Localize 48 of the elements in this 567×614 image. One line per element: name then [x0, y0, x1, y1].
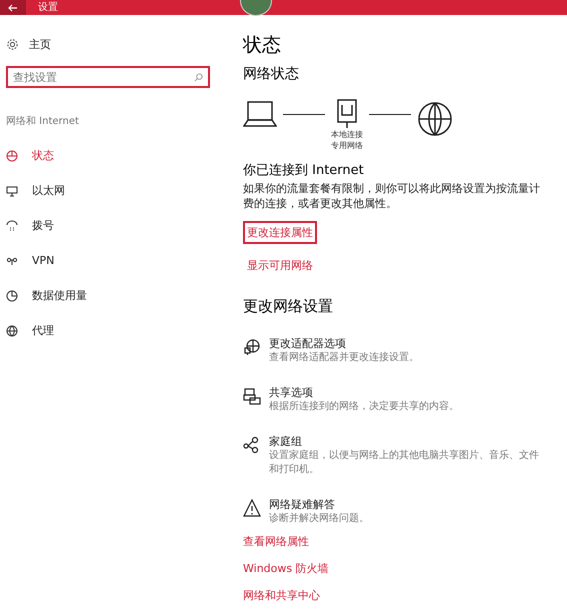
monitor-icon: [6, 184, 18, 196]
phone-icon: [6, 220, 18, 232]
section-heading: 网络和 Internet: [6, 114, 80, 128]
pie-chart-icon: [6, 290, 18, 302]
option-description: 根据所连接到的网络，决定要共享的内容。: [269, 400, 459, 414]
back-arrow-icon: [8, 4, 18, 12]
link[interactable]: 更改连接属性: [243, 221, 317, 244]
nav-item[interactable]: 以太网: [6, 183, 230, 198]
network-adapter-icon: [336, 99, 358, 129]
link[interactable]: 显示可用网络: [243, 254, 317, 277]
connection-label: 专用网络: [331, 140, 363, 151]
section-heading: 更改网络设置: [243, 297, 333, 316]
option-title[interactable]: 更改适配器选项: [269, 336, 346, 351]
connector-line: [369, 114, 411, 115]
connection-status: 你已连接到 Internet: [243, 162, 364, 179]
nodes-icon: [243, 436, 261, 454]
window-title: 设置: [38, 0, 58, 15]
nav-item[interactable]: 代理: [6, 323, 230, 338]
warning-icon: [243, 499, 261, 517]
globe-icon: [6, 324, 18, 336]
connection-label: 本地连接: [331, 129, 363, 140]
nav-item[interactable]: 数据使用量: [6, 288, 230, 303]
laptop-icon: [243, 101, 277, 127]
home-nav-item[interactable]: 主页: [6, 35, 230, 53]
gear-icon: [6, 38, 19, 50]
page-title: 状态: [243, 33, 281, 57]
back-button[interactable]: [0, 0, 26, 15]
option-description: 诊断并解决网络问题。: [269, 512, 369, 526]
option-description: 设置家庭组，以便与网络上的其他电脑共享图片、音乐、文件和打印机。: [269, 449, 540, 477]
monitor-globe-icon: [243, 338, 261, 356]
link[interactable]: Windows 防火墙: [239, 557, 333, 580]
option-description: 查看网络适配器并更改连接设置。: [269, 351, 419, 365]
status-icon: [6, 150, 18, 162]
section-heading: 网络状态: [243, 65, 299, 83]
printer-icon: [243, 387, 261, 405]
connector-line: [283, 114, 325, 115]
nav-item[interactable]: 状态: [6, 148, 230, 163]
option-title[interactable]: 家庭组: [269, 434, 302, 449]
search-icon: [194, 73, 203, 82]
option-title[interactable]: 共享选项: [269, 385, 313, 400]
search-field[interactable]: 查找设置: [6, 66, 210, 88]
link[interactable]: 网络和共享中心: [239, 584, 324, 607]
connection-description: 如果你的流量套餐有限制，则你可以将此网络设置为按流量计费的连接，或者更改其他属性。: [243, 181, 541, 211]
globe-icon: [417, 101, 453, 137]
nav-item[interactable]: VPN: [6, 253, 230, 268]
link[interactable]: 查看网络属性: [239, 530, 313, 553]
option-title[interactable]: 网络疑难解答: [269, 497, 335, 512]
nav-item[interactable]: 拨号: [6, 218, 230, 233]
